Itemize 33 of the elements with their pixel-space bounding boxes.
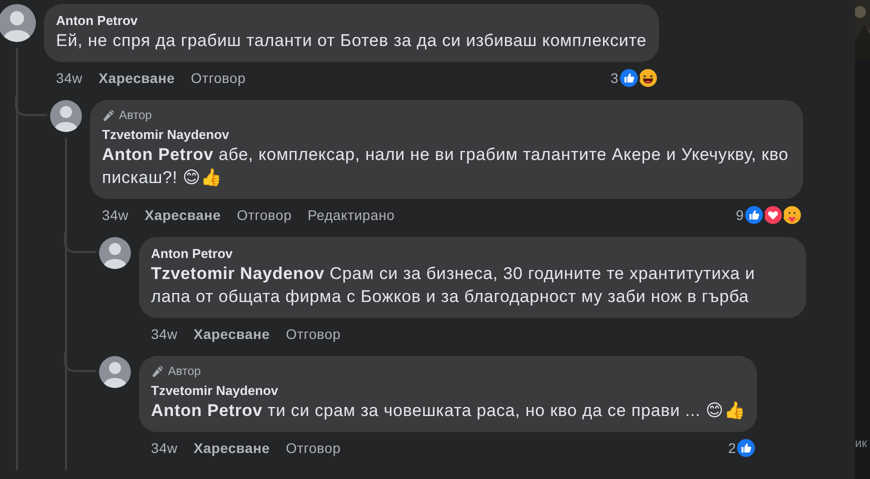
author-name[interactable]: Anton Petrov	[56, 12, 647, 29]
timestamp-link[interactable]: 34w	[151, 440, 178, 456]
author-name[interactable]: Anton Petrov	[151, 245, 794, 262]
timestamp-link[interactable]: 34w	[56, 70, 83, 86]
reply-link[interactable]: Отговор	[286, 440, 341, 456]
timestamp-link[interactable]: 34w	[102, 207, 129, 223]
comment-text: Anton Petrov ти си срам за човешката раса, но кво да се прави ... 😊👍	[151, 400, 746, 422]
timestamp-link[interactable]: 34w	[151, 326, 178, 342]
comment-text: Anton Petrov абе, комплексар, нали не ви грабим талантите Акере и Укечукву, кво пискаш?! 😊👍	[102, 144, 790, 189]
like-link[interactable]: Харесване	[98, 70, 175, 86]
avatar-icon[interactable]	[50, 100, 82, 132]
reply-link[interactable]: Отговор	[190, 70, 246, 86]
reply-link[interactable]: Отговор	[286, 326, 341, 342]
reaction-count[interactable]: 2	[728, 440, 736, 456]
author-name[interactable]: Tzvetomir Naydenov	[151, 382, 746, 399]
microphone-icon	[151, 364, 164, 378]
avatar-icon[interactable]	[0, 4, 36, 42]
like-link[interactable]: Харесване	[144, 207, 221, 223]
side-text: ик	[855, 436, 867, 450]
reaction-count[interactable]: 3	[610, 70, 619, 86]
microphone-icon	[102, 108, 115, 122]
author-name[interactable]: Tzvetomir Naydenov	[102, 126, 791, 143]
edited-label: Редактирано	[308, 207, 395, 223]
avatar-icon[interactable]	[99, 356, 131, 388]
reply-link[interactable]: Отговор	[236, 207, 292, 223]
avatar-icon[interactable]	[99, 237, 131, 269]
like-link[interactable]: Харесване	[194, 326, 270, 342]
comment-text: Tzvetomir Naydenov Срам си за бизнеса, 30 годините те хрантитутиха и лапа от общата фирма с Божков и за благодарност му заби нож в гърба	[151, 263, 756, 308]
author-label: Автор	[119, 108, 152, 122]
like-link[interactable]: Харесване	[194, 440, 270, 456]
reaction-count[interactable]: 9	[736, 207, 744, 223]
author-label: Автор	[168, 364, 201, 378]
comment-text: Ей, не спря да грабиш таланти от Ботев за да си избиваш комплексите	[56, 30, 647, 52]
